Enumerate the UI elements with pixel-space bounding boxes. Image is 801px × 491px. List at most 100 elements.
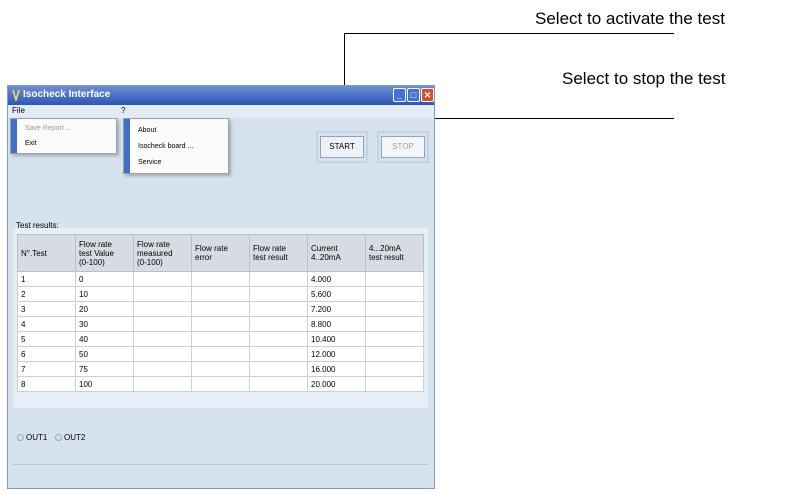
table-cell: 50 xyxy=(75,346,134,362)
col-header-current-test-result: 4...20mA test result xyxy=(365,234,424,272)
table-cell: 20 xyxy=(75,301,134,317)
table-cell xyxy=(249,376,308,392)
table-cell: 40 xyxy=(75,331,134,347)
table-cell xyxy=(365,316,424,332)
maximize-button[interactable]: □ xyxy=(407,88,420,102)
table-cell xyxy=(249,361,308,377)
callout-activate-test: Select to activate the test xyxy=(535,9,725,28)
start-button[interactable]: START xyxy=(320,136,364,158)
table-header-row: N°.Test Flow rate test Value (0-100) Flow … xyxy=(17,234,424,272)
table-cell xyxy=(191,376,250,392)
col-header-flow-test-result: Flow rate test result xyxy=(249,234,308,272)
table-cell xyxy=(191,316,250,332)
table-cell: 30 xyxy=(75,316,134,332)
minimize-button[interactable]: _ xyxy=(393,88,406,102)
table-cell xyxy=(191,301,250,317)
col-header-test-number: N°.Test xyxy=(17,234,76,272)
table-cell xyxy=(133,376,192,392)
out2-indicator: OUT2 xyxy=(55,433,85,442)
led-icon xyxy=(55,434,62,442)
table-row: 4 30 8.800 xyxy=(17,316,424,332)
table-row: 6 50 12.000 xyxy=(17,346,424,362)
app-icon xyxy=(12,89,20,101)
table-cell: 3 xyxy=(17,301,76,317)
table-cell xyxy=(133,361,192,377)
table-cell xyxy=(249,271,308,287)
table-cell xyxy=(191,271,250,287)
window-title: Isocheck Interface xyxy=(23,89,111,100)
table-cell xyxy=(133,286,192,302)
col-header-flow-measured: Flow rate measured (0-100) xyxy=(133,234,192,272)
table-cell: 5 xyxy=(17,331,76,347)
col-header-current: Current 4..20mA xyxy=(307,234,366,272)
menu-item-service[interactable]: Service xyxy=(138,159,161,166)
table-row: 1 0 4.000 xyxy=(17,271,424,287)
menu-item-isocheck-board[interactable]: Isocheck board ... xyxy=(138,143,193,150)
test-results-table: N°.Test Flow rate test Value (0-100) Flow … xyxy=(17,234,424,392)
table-row: 8 100 20.000 xyxy=(17,376,424,392)
table-cell xyxy=(133,316,192,332)
table-cell xyxy=(191,346,250,362)
table-cell xyxy=(191,361,250,377)
table-row: 5 40 10.400 xyxy=(17,331,424,347)
menu-item-exit[interactable]: Exit xyxy=(25,140,37,147)
table-cell xyxy=(191,286,250,302)
col-header-flow-error: Flow rate error xyxy=(191,234,250,272)
title-bar: Isocheck Interface _ □ ✕ xyxy=(8,86,434,105)
table-cell: 20.000 xyxy=(307,376,366,392)
file-menu-dropdown: Save Report ... Exit xyxy=(10,118,117,154)
menu-help[interactable]: ? xyxy=(121,106,125,115)
table-cell: 0 xyxy=(75,271,134,287)
out1-indicator: OUT1 xyxy=(17,433,47,442)
menu-item-save-report[interactable]: Save Report ... xyxy=(25,125,72,132)
app-window: Isocheck Interface _ □ ✕ File ? Save Rep… xyxy=(7,85,435,489)
table-cell xyxy=(133,331,192,347)
status-separator xyxy=(13,464,428,465)
table-cell: 100 xyxy=(75,376,134,392)
table-cell: 12.000 xyxy=(307,346,366,362)
table-cell xyxy=(249,346,308,362)
table-cell xyxy=(133,301,192,317)
menu-bar: File ? xyxy=(8,105,434,118)
table-cell: 16.000 xyxy=(307,361,366,377)
table-cell: 7 xyxy=(17,361,76,377)
table-cell: 4.000 xyxy=(307,271,366,287)
out1-label: OUT1 xyxy=(26,433,48,442)
table-cell xyxy=(365,331,424,347)
table-row: 2 10 5.600 xyxy=(17,286,424,302)
table-cell xyxy=(365,301,424,317)
table-cell xyxy=(365,286,424,302)
stop-button[interactable]: STOP xyxy=(381,136,425,158)
table-cell xyxy=(365,346,424,362)
table-row: 7 75 16.000 xyxy=(17,361,424,377)
menu-file[interactable]: File xyxy=(12,106,25,115)
help-menu-dropdown: About Isocheck board ... Service xyxy=(123,118,229,174)
table-cell xyxy=(365,361,424,377)
table-cell: 6 xyxy=(17,346,76,362)
table-cell: 5.600 xyxy=(307,286,366,302)
table-cell: 8.800 xyxy=(307,316,366,332)
table-row: 3 20 7.200 xyxy=(17,301,424,317)
col-header-flow-test-value: Flow rate test Value (0-100) xyxy=(75,234,134,272)
table-cell: 7.200 xyxy=(307,301,366,317)
table-cell: 8 xyxy=(17,376,76,392)
table-cell: 4 xyxy=(17,316,76,332)
table-cell: 1 xyxy=(17,271,76,287)
close-button[interactable]: ✕ xyxy=(421,88,434,102)
table-cell xyxy=(133,271,192,287)
table-cell xyxy=(249,301,308,317)
table-cell: 10 xyxy=(75,286,134,302)
led-icon xyxy=(17,434,24,442)
menu-strip xyxy=(11,119,17,153)
table-cell: 10.400 xyxy=(307,331,366,347)
menu-strip xyxy=(124,119,130,173)
leader-line-start-horizontal xyxy=(344,33,674,34)
table-cell xyxy=(249,286,308,302)
menu-item-about[interactable]: About xyxy=(138,127,156,134)
table-cell: 2 xyxy=(17,286,76,302)
out2-label: OUT2 xyxy=(64,433,86,442)
table-cell xyxy=(133,346,192,362)
leader-line-stop-horizontal xyxy=(431,118,674,119)
table-cell xyxy=(365,271,424,287)
table-cell: 75 xyxy=(75,361,134,377)
